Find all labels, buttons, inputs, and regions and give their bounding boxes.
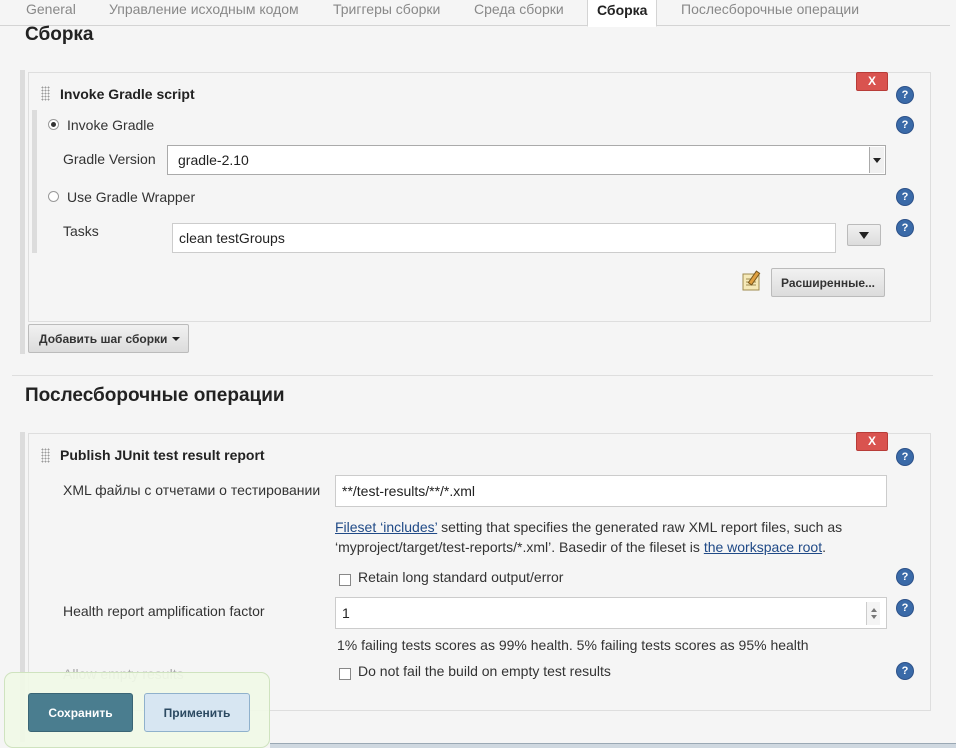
- help-icon[interactable]: ?: [897, 569, 913, 585]
- gradle-options-bar: [32, 110, 37, 253]
- fileset-description-end: .: [822, 539, 826, 555]
- help-icon[interactable]: ?: [897, 663, 913, 679]
- invoke-gradle-radio[interactable]: [48, 119, 59, 130]
- help-icon[interactable]: ?: [897, 600, 913, 616]
- tasks-value: clean testGroups: [179, 230, 285, 246]
- help-icon[interactable]: ?: [897, 220, 913, 236]
- drag-handle-icon[interactable]: [41, 448, 50, 463]
- help-icon[interactable]: ?: [897, 87, 913, 103]
- tasks-input[interactable]: clean testGroups: [172, 223, 836, 253]
- health-factor-hint: 1% failing tests scores as 99% health. 5…: [337, 637, 809, 653]
- drag-handle-icon[interactable]: [41, 86, 50, 101]
- retain-output-checkbox[interactable]: [339, 574, 351, 586]
- advanced-button[interactable]: Расширенные...: [771, 268, 885, 297]
- tab-build-environment[interactable]: Среда сборки: [474, 0, 564, 26]
- build-section-title: Сборка: [25, 24, 94, 45]
- bottom-edge-bar: [270, 743, 956, 748]
- tab-scm[interactable]: Управление исходным кодом: [109, 0, 299, 26]
- config-tab-bar: General Управление исходным кодом Тригге…: [0, 0, 950, 27]
- section-divider: [12, 375, 933, 376]
- tab-build-triggers[interactable]: Триггеры сборки: [333, 0, 440, 26]
- fileset-includes-link[interactable]: Fileset ‘includes’: [335, 519, 437, 535]
- use-wrapper-label: Use Gradle Wrapper: [67, 189, 196, 205]
- build-section-bar: [20, 70, 25, 354]
- health-factor-input[interactable]: 1: [335, 597, 887, 629]
- invoke-gradle-label: Invoke Gradle: [67, 117, 155, 133]
- post-build-section-title: Послесборочные операции: [25, 385, 285, 406]
- help-icon[interactable]: ?: [897, 189, 913, 205]
- tab-build[interactable]: Сборка: [587, 0, 658, 27]
- gradle-version-label: Gradle Version: [63, 151, 156, 167]
- caret-down-icon: [172, 337, 180, 341]
- add-build-step-button[interactable]: Добавить шаг сборки: [28, 324, 189, 353]
- delete-gradle-step-button[interactable]: X: [856, 72, 888, 91]
- gradle-version-value: gradle-2.10: [178, 152, 249, 168]
- xml-files-label: XML файлы с отчетами о тестировании: [63, 482, 321, 498]
- help-icon[interactable]: ?: [897, 449, 913, 465]
- gradle-step-title: Invoke Gradle script: [60, 86, 195, 102]
- save-button[interactable]: Сохранить: [28, 693, 133, 732]
- gradle-version-select[interactable]: gradle-2.10: [167, 145, 886, 175]
- notepad-icon: [741, 270, 763, 292]
- spinner-icon[interactable]: [866, 602, 880, 625]
- expand-tasks-button[interactable]: [847, 224, 881, 246]
- tab-post-build[interactable]: Послесборочные операции: [681, 0, 859, 26]
- workspace-root-link[interactable]: the workspace root: [704, 539, 822, 555]
- xml-files-description: Fileset ‘includes’ setting that specifie…: [335, 517, 875, 557]
- xml-files-value: **/test-results/**/*.xml: [342, 483, 476, 499]
- add-build-step-label: Добавить шаг сборки: [39, 331, 168, 346]
- tab-general[interactable]: General: [26, 0, 76, 26]
- junit-step-title: Publish JUnit test result report: [60, 447, 265, 463]
- health-factor-label: Health report amplification factor: [63, 603, 265, 619]
- help-icon[interactable]: ?: [897, 117, 913, 133]
- delete-junit-step-button[interactable]: X: [856, 432, 888, 451]
- chevron-down-icon[interactable]: [869, 147, 884, 173]
- xml-files-input[interactable]: **/test-results/**/*.xml: [335, 475, 887, 507]
- no-fail-empty-label: Do not fail the build on empty test resu…: [358, 663, 611, 679]
- no-fail-empty-checkbox[interactable]: [339, 668, 351, 680]
- retain-output-label: Retain long standard output/error: [358, 569, 564, 585]
- health-factor-value: 1: [342, 605, 350, 621]
- apply-button[interactable]: Применить: [144, 693, 250, 732]
- use-wrapper-radio[interactable]: [48, 191, 59, 202]
- tasks-label: Tasks: [63, 223, 99, 239]
